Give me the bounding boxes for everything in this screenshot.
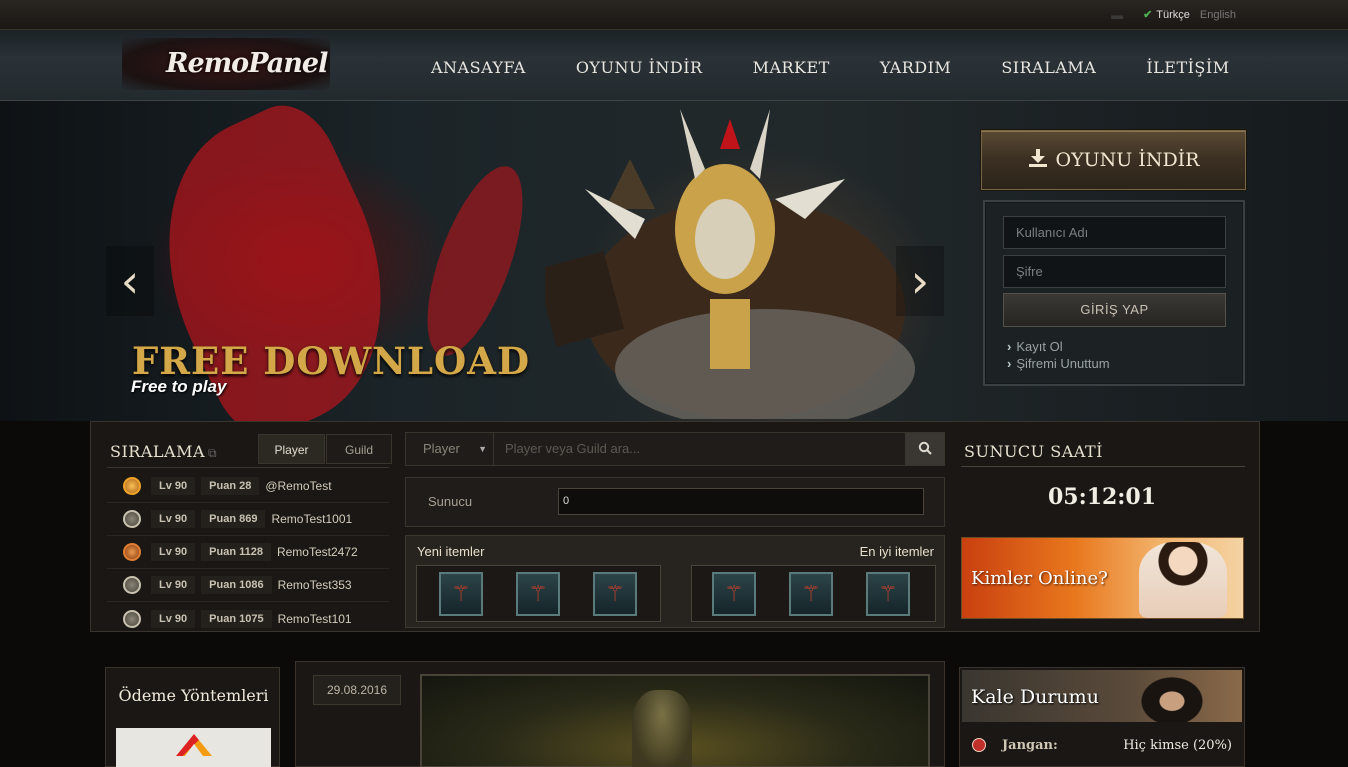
language-switcher: ▬ ✔ Türkçe English [1111,7,1236,22]
news-box: 29.08.2016 [295,661,945,767]
ranking-row[interactable]: Lv 90 Puan 1075 RemoTest101 [107,602,389,635]
red-splash-decoration [116,90,434,452]
info-panel: SIRALAMA ⧉ Player Guild Lv 90 Puan 28 @Re… [90,421,1260,632]
news-date: 29.08.2016 [313,675,401,705]
search-input[interactable]: Player veya Guild ara... [494,433,905,465]
best-items-label: En iyi itemler [859,544,934,559]
external-link-icon[interactable]: ⧉ [208,446,217,460]
caret-down-icon: ▼ [478,444,487,454]
tab-player[interactable]: Player [258,434,325,464]
item-slot[interactable]: ⚚ [712,572,756,616]
item-slot[interactable]: ⚚ [593,572,637,616]
chevron-left-icon[interactable]: ‹ [106,246,154,316]
best-items-list: ⚚ ⚚ ⚚ [691,565,936,622]
payment-methods-box: Ödeme Yöntemleri [105,667,280,767]
axe-icon: ⚚ [451,581,471,606]
chevron-right-icon: › [1007,356,1012,371]
check-icon: ✔ [1143,9,1153,21]
lang-turkish[interactable]: ✔ Türkçe [1143,8,1190,21]
boss-artwork [545,109,915,419]
payment-title: Ödeme Yöntemleri [118,686,269,705]
login-panel: Kullanıcı Adı Şifre GİRİŞ YAP › Kayıt Ol … [983,200,1245,386]
rank-emblem-icon [123,477,141,495]
rank-emblem-icon [123,609,141,628]
online-players-banner[interactable]: Kimler Online? [961,537,1244,619]
header: RemoPanel ANASAYFA OYUNU İNDİR MARKET YA… [0,30,1348,101]
download-icon [1028,148,1048,173]
flag-icon [972,738,986,752]
items-box: Yeni itemler En iyi itemler ⚚ ⚚ ⚚ ⚚ ⚚ ⚚ [405,535,945,628]
rank-emblem-icon [123,510,141,528]
rank-emblem-icon [123,576,141,594]
new-items-list: ⚚ ⚚ ⚚ [416,565,661,622]
search-bar: Player ▼ Player veya Guild ara... [405,432,945,466]
item-slot[interactable]: ⚚ [516,572,560,616]
tab-guild[interactable]: Guild [326,434,392,464]
ranking-title: SIRALAMA ⧉ [110,442,218,461]
character-illustration [1132,670,1212,722]
item-slot[interactable]: ⚚ [789,572,833,616]
news-image[interactable] [420,674,930,767]
register-link[interactable]: › Kayıt Ol [1007,339,1063,354]
server-time-title: SUNUCU SAATİ [964,442,1103,461]
username-field[interactable]: Kullanıcı Adı [1003,216,1226,249]
axe-icon: ⚚ [724,581,744,606]
server-clock: 05:12:01 [1047,484,1157,510]
axe-icon: ⚚ [878,581,898,606]
ranking-row[interactable]: Lv 90 Puan 28 @RemoTest [107,470,389,503]
chevron-right-icon[interactable]: › [896,246,944,316]
world-map-icon: ▬ [1111,7,1124,22]
castle-row: Jangan: Hiç kimse (20%) [962,730,1242,760]
nav-oyunu-indir[interactable]: OYUNU İNDİR [551,30,728,101]
chevron-right-icon: › [1007,339,1012,354]
ranking-row[interactable]: Lv 90 Puan 1128 RemoTest2472 [107,536,389,569]
nav-market[interactable]: MARKET [728,30,855,101]
axe-icon: ⚚ [528,581,548,606]
search-icon [918,441,932,455]
server-field[interactable]: 0 [558,488,924,515]
castle-status-box: Kale Durumu Jangan: Hiç kimse (20%) [959,667,1245,767]
item-slot[interactable]: ⚚ [866,572,910,616]
download-game-button[interactable]: OYUNU İNDİR [981,130,1246,190]
new-items-label: Yeni itemler [417,544,485,559]
password-field[interactable]: Şifre [1003,255,1226,288]
provider-emblem-icon [176,734,212,756]
nav-iletisim[interactable]: İLETİŞİM [1121,30,1254,101]
divider [961,466,1245,467]
server-label: Sunucu [428,494,473,509]
ranking-row[interactable]: Lv 90 Puan 869 RemoTest1001 [107,503,389,536]
statue-artwork [632,690,692,767]
payment-provider-logo[interactable] [116,728,271,767]
lang-english[interactable]: English [1200,9,1236,21]
nav-siralama[interactable]: SIRALAMA [976,30,1121,101]
top-bar: ▬ ✔ Türkçe English [0,0,1348,30]
ranking-row[interactable]: Lv 90 Puan 1086 RemoTest353 [107,569,389,602]
nav-anasayfa[interactable]: ANASAYFA [406,30,551,101]
axe-icon: ⚚ [605,581,625,606]
castle-header: Kale Durumu [962,670,1242,722]
red-splash-decoration [407,155,543,367]
logo[interactable]: RemoPanel [122,38,330,90]
main-nav: ANASAYFA OYUNU İNDİR MARKET YARDIM SIRAL… [406,30,1255,101]
search-type-select[interactable]: Player ▼ [406,433,494,465]
search-button[interactable] [905,433,944,465]
rank-emblem-icon [123,543,141,561]
item-slot[interactable]: ⚚ [439,572,483,616]
server-box: Sunucu 0 [405,477,945,527]
forgot-password-link[interactable]: › Şifremi Unuttum [1007,356,1110,371]
divider [107,467,389,468]
axe-icon: ⚚ [801,581,821,606]
nav-yardim[interactable]: YARDIM [855,30,976,101]
login-button[interactable]: GİRİŞ YAP [1003,293,1226,327]
hero-subtitle: Free to play [131,377,227,396]
character-illustration [1139,542,1227,618]
